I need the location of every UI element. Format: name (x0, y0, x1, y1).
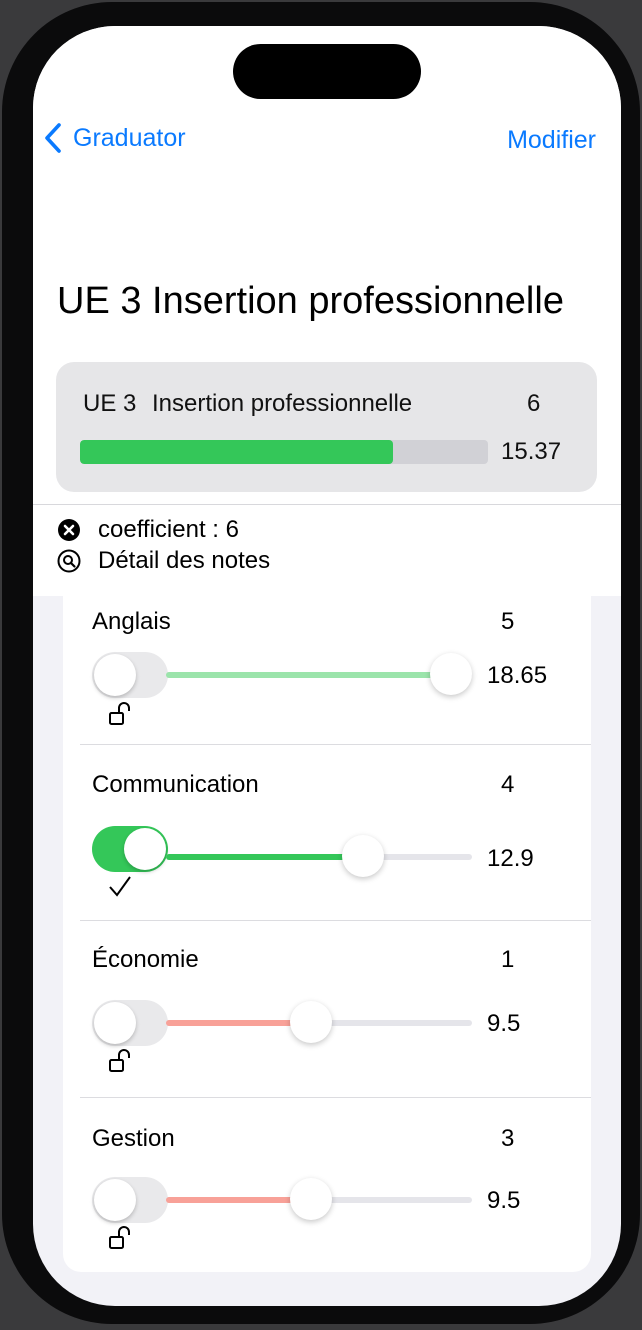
coefficient-row: coefficient : 6 (57, 516, 239, 544)
slider-fill (166, 672, 452, 678)
checkmark-icon (109, 876, 131, 897)
toggle-knob (94, 1002, 136, 1044)
ue-code: UE 3 (83, 390, 137, 417)
grade-slider[interactable] (166, 835, 472, 877)
back-button[interactable]: Graduator (43, 122, 186, 154)
subject-row-economie: Économie 1 9.5 (63, 920, 591, 1097)
details-row[interactable]: Détail des notes (57, 547, 270, 575)
magnifyingglass-circle-icon (57, 549, 81, 573)
unlock-icon (109, 1226, 130, 1249)
subject-name: Communication (92, 771, 259, 798)
subject-name: Gestion (92, 1125, 175, 1152)
subject-coefficient: 4 (501, 771, 515, 798)
subject-coefficient: 5 (501, 608, 515, 635)
xmark-circle-fill-icon (58, 519, 80, 541)
ue-name: Insertion professionnelle (152, 390, 413, 417)
lock-toggle[interactable] (92, 1000, 168, 1046)
subject-coefficient: 1 (501, 946, 515, 973)
subject-row-communication: Communication 4 12.9 (63, 744, 591, 920)
subject-grade: 9.5 (487, 1187, 521, 1214)
ue-summary-card: UE 3 Insertion professionnelle 6 15.37 (56, 362, 597, 492)
subject-row-gestion: Gestion 3 9.5 (63, 1097, 591, 1272)
subjects-card: Anglais 5 18.65 Communication 4 12.9 Éco… (63, 596, 591, 1272)
subject-grade: 12.9 (487, 845, 534, 872)
coefficient-label: coefficient : 6 (98, 516, 239, 543)
slider-fill (166, 854, 364, 860)
subject-row-anglais: Anglais 5 18.65 (63, 596, 591, 744)
subject-grade: 9.5 (487, 1010, 521, 1037)
ue-progress-fill (80, 440, 394, 464)
grade-slider[interactable] (166, 1178, 472, 1220)
subject-grade: 18.65 (487, 662, 548, 689)
slider-thumb[interactable] (290, 1001, 333, 1043)
lock-toggle[interactable] (92, 652, 168, 698)
ue-coefficient: 6 (527, 390, 541, 417)
unlock-icon (109, 1049, 130, 1072)
lock-toggle[interactable] (92, 826, 168, 872)
dynamic-island (233, 44, 421, 99)
toggle-knob (94, 1179, 136, 1221)
toggle-knob (94, 654, 136, 696)
grade-slider[interactable] (166, 1001, 472, 1043)
slider-thumb[interactable] (430, 653, 473, 695)
toggle-knob (124, 828, 166, 870)
subject-name: Économie (92, 946, 199, 973)
back-button-label: Graduator (73, 123, 186, 152)
divider (33, 504, 621, 505)
subject-coefficient: 3 (501, 1125, 515, 1152)
chevron-left-icon (45, 123, 61, 153)
screen: Graduator Modifier UE 3 Insertion profes… (33, 26, 621, 1306)
slider-thumb[interactable] (342, 835, 385, 877)
ue-progress-bar (80, 440, 488, 464)
ue-average: 15.37 (501, 438, 562, 465)
device-frame: Graduator Modifier UE 3 Insertion profes… (2, 2, 640, 1324)
page-title: UE 3 Insertion professionnelle (57, 280, 564, 322)
edit-button[interactable]: Modifier (507, 126, 596, 155)
slider-thumb[interactable] (290, 1178, 333, 1220)
lock-toggle[interactable] (92, 1177, 168, 1223)
grade-slider[interactable] (166, 653, 473, 695)
unlock-icon (109, 702, 130, 725)
subject-name: Anglais (92, 608, 171, 635)
details-label: Détail des notes (98, 547, 271, 574)
